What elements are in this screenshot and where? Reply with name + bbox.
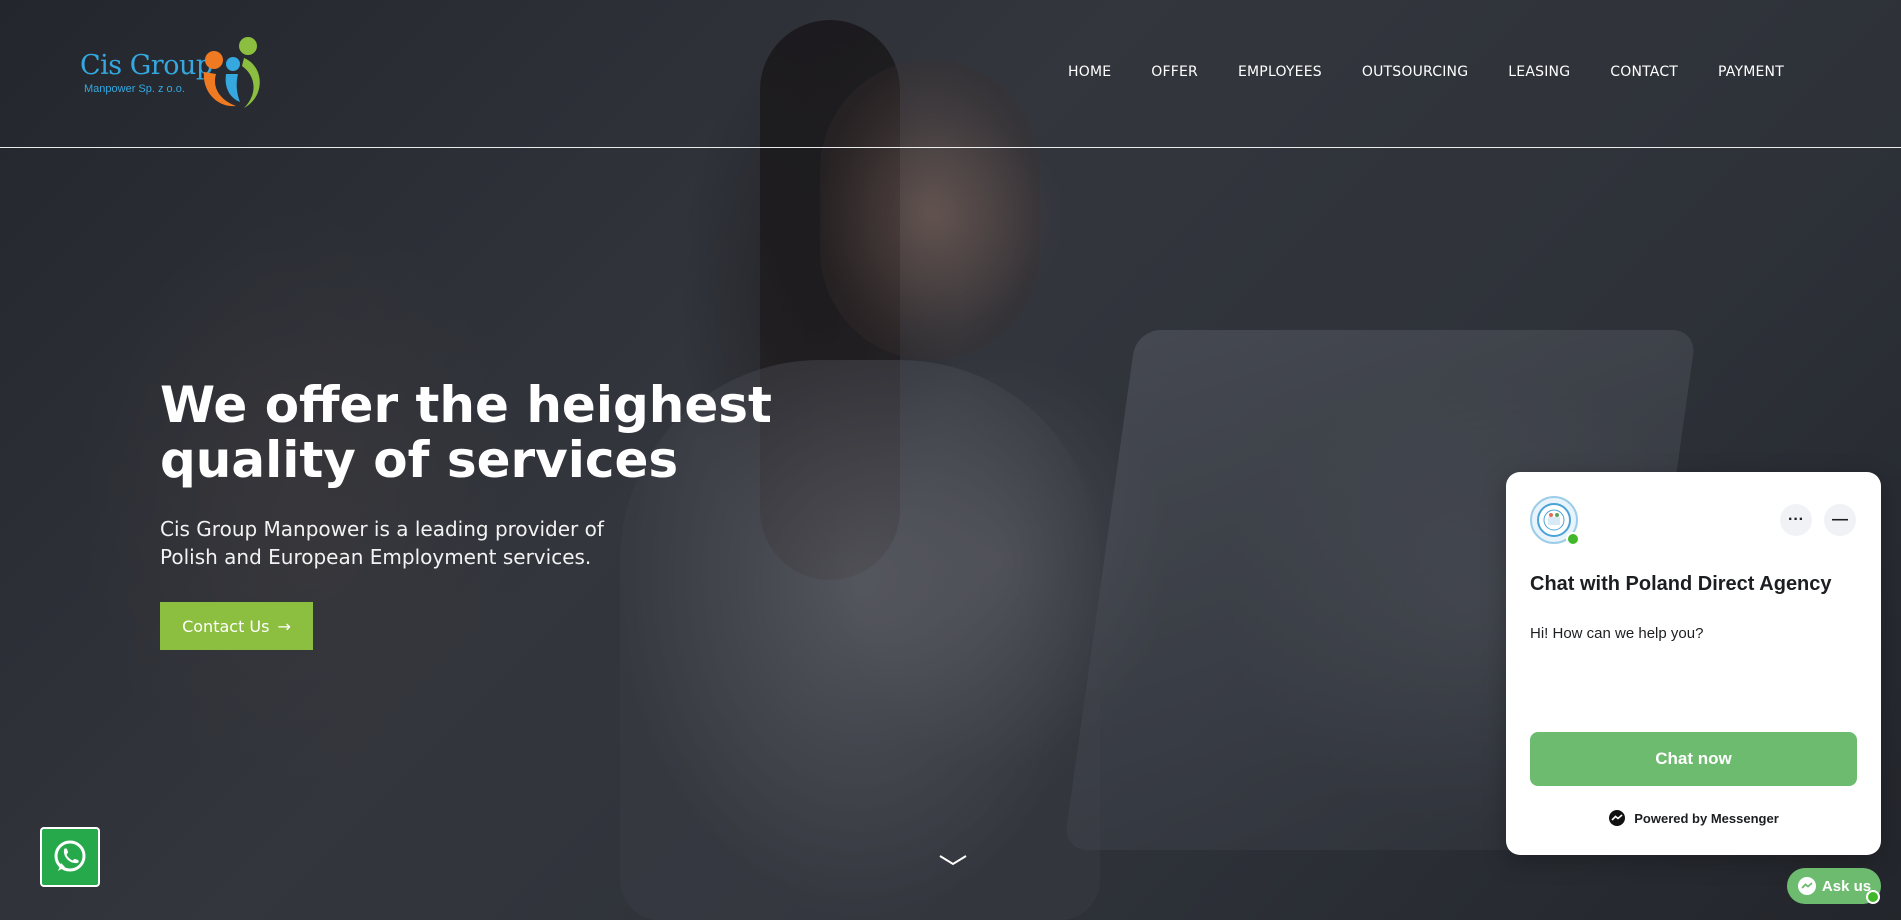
chevron-down-icon[interactable] (938, 853, 968, 867)
hero-title-line2: quality of services (160, 431, 679, 489)
arrow-right-icon: → (277, 616, 291, 636)
hero-subtitle-line1: Cis Group Manpower is a leading provider… (160, 517, 604, 541)
chat-greeting: Hi! How can we help you? (1530, 625, 1704, 642)
online-status-dot (1566, 532, 1580, 546)
minimize-icon[interactable]: — (1824, 504, 1856, 536)
logo-name: Cis Group (80, 50, 213, 81)
logo-people-icon (203, 37, 260, 108)
messenger-icon (1609, 810, 1626, 826)
logo-subtitle: Manpower Sp. z o.o. (84, 83, 185, 95)
messenger-chat-widget: ··· — Chat with Poland Direct Agency Hi!… (1506, 472, 1881, 855)
messenger-icon (1797, 877, 1816, 895)
nav-payment[interactable]: PAYMENT (1718, 64, 1784, 80)
nav-employees[interactable]: EMPLOYEES (1238, 64, 1322, 80)
contact-us-button[interactable]: Contact Us → (160, 602, 313, 650)
more-options-icon[interactable]: ··· (1780, 504, 1812, 536)
site-logo[interactable]: Cis Group Manpower Sp. z o.o. (78, 36, 268, 112)
main-nav: HOME OFFER EMPLOYEES OUTSOURCING LEASING… (1068, 64, 1784, 80)
chat-now-button[interactable]: Chat now (1530, 732, 1857, 786)
hero-subtitle: Cis Group Manpower is a leading provider… (160, 515, 620, 571)
powered-by-label: Powered by Messenger (1634, 810, 1779, 826)
whatsapp-icon (54, 840, 86, 872)
nav-leasing[interactable]: LEASING (1508, 64, 1570, 80)
site-header: Cis Group Manpower Sp. z o.o. HOME OFFER… (0, 0, 1901, 148)
nav-home[interactable]: HOME (1068, 64, 1111, 80)
chat-title: Chat with Poland Direct Agency (1530, 573, 1832, 595)
nav-outsourcing[interactable]: OUTSOURCING (1362, 64, 1468, 80)
powered-by-messenger[interactable]: Powered by Messenger (1506, 809, 1881, 827)
ask-us-label: Ask us (1821, 877, 1872, 895)
nav-offer[interactable]: OFFER (1151, 64, 1198, 80)
nav-contact[interactable]: CONTACT (1610, 64, 1678, 80)
hero-title: We offer the heighest quality of service… (160, 378, 780, 488)
online-status-dot (1866, 890, 1880, 904)
whatsapp-button[interactable] (40, 827, 100, 887)
hero-subtitle-line2: Polish and European Employment services. (160, 545, 592, 569)
contact-us-label: Contact Us (182, 616, 270, 636)
hero-title-line1: We offer the heighest (160, 376, 772, 434)
